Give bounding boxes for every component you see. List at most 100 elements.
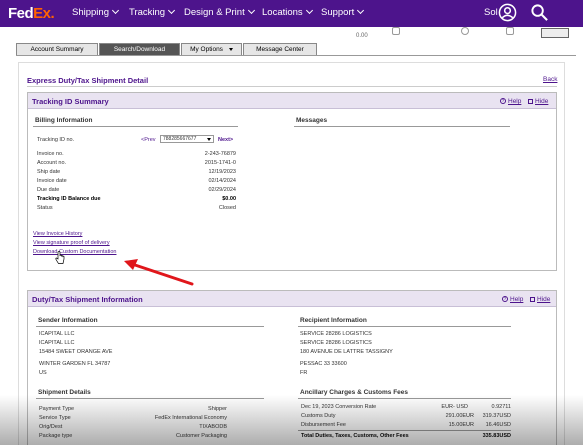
sender-line: WINTER GARDEN FL 34787 [39, 361, 111, 367]
customs-duty-usd: 319.37USD [482, 413, 511, 419]
help-link[interactable]: ? Help [500, 98, 521, 105]
view-invoice-history-link[interactable]: View Invoice History [33, 231, 82, 237]
search-icon[interactable] [530, 3, 549, 22]
sender-line: 15484 SWEET ORANGE AVE [39, 349, 113, 355]
panel-header: Duty/Tax Shipment Information ? Help Hide [28, 291, 556, 307]
disbursement-fee-eur: 15.00EUR [448, 422, 474, 428]
messages-heading: Messages [296, 117, 328, 124]
conversion-rate-label: Dec 19, 2023 Conversion Rate [301, 404, 377, 410]
total-fees-label: Total Duties, Taxes, Customs, Other Fees [301, 433, 409, 439]
conversion-rate-currency: EUR- USD [441, 404, 468, 410]
prev-link[interactable]: <Prev [141, 137, 156, 143]
chevron-down-icon [357, 6, 365, 15]
account-no-label: Account no. [37, 160, 67, 166]
divider [36, 398, 264, 399]
invoice-date-label: Invoice date [37, 178, 67, 184]
checkbox[interactable] [506, 27, 514, 35]
hide-icon [528, 98, 533, 104]
user-icon[interactable] [498, 3, 517, 22]
recipient-line: 180 AVENUE DE LATTRE TASSIGNY [300, 349, 393, 355]
hand-cursor-icon [55, 251, 65, 264]
next-link[interactable]: Next> [218, 137, 233, 143]
orig-dest-label: Orig/Dest [39, 424, 63, 430]
balance-value: 0.00 [356, 33, 368, 39]
tracking-id-select[interactable]: 788285667677 [160, 135, 214, 143]
invoice-no-label: Invoice no. [37, 151, 64, 157]
tracking-label: Tracking ID no. [37, 137, 75, 143]
service-type-value: FedEx International Economy [154, 415, 227, 421]
view-signature-proof-link[interactable]: View signature proof of delivery [33, 240, 110, 246]
panel-title: Duty/Tax Shipment Information [32, 295, 143, 304]
recipient-heading: Recipient Information [300, 317, 367, 324]
page-title: Express Duty/Tax Shipment Detail [27, 76, 149, 85]
divider [298, 430, 511, 431]
billing-heading: Billing Information [35, 117, 93, 124]
chevron-down-icon [207, 138, 211, 141]
hide-icon [530, 296, 535, 302]
recipient-line: SERVICE 28286 LOGISTICS [300, 331, 372, 337]
red-arrow-icon [124, 259, 194, 286]
divider [298, 326, 511, 327]
tab-divider [16, 55, 576, 56]
disbursement-fee-usd: 16.46USD [485, 422, 511, 428]
chevron-down-icon [228, 47, 233, 51]
ship-date-label: Ship date [37, 169, 61, 175]
nav-locations[interactable]: Locations [262, 6, 313, 18]
chevron-down-icon [111, 6, 120, 15]
disbursement-fee-label: Disbursement Fee [301, 422, 346, 428]
user-name[interactable]: Sol [484, 7, 498, 18]
invoice-no-value: 2-243-76879 [204, 151, 236, 157]
chevron-down-icon [168, 6, 176, 15]
back-link[interactable]: Back [543, 76, 557, 83]
hide-link[interactable]: Hide [530, 296, 550, 303]
divider [294, 126, 510, 127]
screen: FedEx. Shipping Tracking Design & Print … [0, 0, 583, 445]
customs-duty-eur: 291.00EUR [445, 413, 474, 419]
recipient-line: FR [300, 370, 308, 376]
ancillary-heading: Ancillary Charges & Customs Fees [300, 389, 409, 396]
sub-strip: 0.00 [0, 27, 583, 41]
nav-shipping[interactable]: Shipping [72, 6, 120, 18]
help-icon: ? [502, 296, 508, 303]
due-date-label: Due date [37, 187, 60, 193]
package-type-label: Package type [39, 433, 73, 439]
service-type-label: Service Type [39, 415, 71, 421]
recipient-line: PESSAC 33 33600 [300, 361, 347, 367]
checkbox[interactable] [392, 27, 400, 35]
balance-due-label: Tracking ID Balance due [37, 196, 101, 202]
sender-line: ICAPITAL LLC [39, 340, 75, 346]
total-fees-value: 335.83USD [482, 433, 511, 439]
invoice-date-value: 02/14/2024 [208, 178, 236, 184]
shipment-details-heading: Shipment Details [38, 389, 91, 396]
hide-link[interactable]: Hide [528, 98, 548, 105]
top-nav: FedEx. Shipping Tracking Design & Print … [0, 0, 583, 27]
payment-type-value: Shipper [208, 406, 227, 412]
nav-design-print[interactable]: Design & Print [184, 6, 255, 18]
divider [27, 86, 557, 87]
orig-dest-value: TIXABODB [199, 424, 227, 430]
divider [33, 126, 238, 127]
help-link[interactable]: ? Help [502, 296, 523, 303]
ship-date-value: 12/19/2023 [208, 169, 236, 175]
help-icon: ? [500, 98, 506, 105]
balance-due-value: $0.00 [222, 196, 236, 202]
sender-line: ICAPITAL LLC [39, 331, 75, 337]
package-type-value: Customer Packaging [175, 433, 227, 439]
recipient-line: SERVICE 28286 LOGISTICS [300, 340, 372, 346]
print-button[interactable] [541, 28, 569, 38]
fedex-logo[interactable]: FedEx. [8, 5, 55, 22]
chevron-down-icon [305, 6, 313, 15]
panel-header: Tracking ID Summary ? Help Hide [28, 93, 556, 109]
conversion-rate-value: 0.92711 [491, 404, 511, 410]
status-label: Status [37, 205, 53, 211]
panel-title: Tracking ID Summary [32, 97, 109, 106]
status-value: Closed [218, 205, 236, 211]
nav-tracking[interactable]: Tracking [129, 6, 176, 18]
nav-support[interactable]: Support [321, 6, 365, 18]
due-date-value: 02/29/2024 [208, 187, 236, 193]
radio-button[interactable] [461, 27, 469, 35]
download-custom-documentation-link[interactable]: Download Custom Documentation [33, 249, 116, 255]
divider [298, 398, 511, 399]
payment-type-label: Payment Type [39, 406, 75, 412]
sender-line: US [39, 370, 47, 376]
